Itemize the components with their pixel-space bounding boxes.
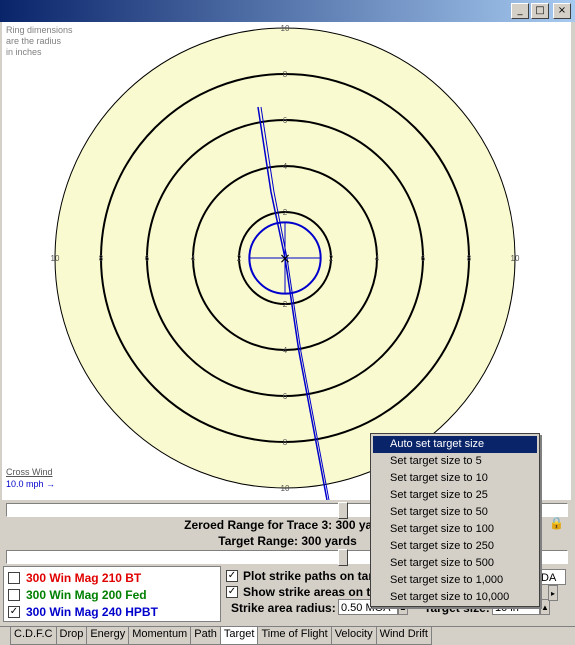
tab-target[interactable]: Target [219, 627, 259, 645]
ring-label-2: 2 [283, 300, 288, 309]
ring-label-8: 8 [283, 438, 288, 447]
plot-strike-label: Plot strike paths on target [243, 569, 392, 583]
trace-item-2[interactable]: 300 Win Mag 200 Fed [8, 586, 147, 603]
tab-wind-drift[interactable]: Wind Drift [375, 627, 432, 645]
ring-dimensions-note: Ring dimensions are the radius in inches [6, 25, 73, 57]
menu-item-size-25[interactable]: Set target size to 25 [373, 487, 537, 504]
menu-item-size-500[interactable]: Set target size to 500 [373, 555, 537, 572]
trace-3-label: 300 Win Mag 240 HPBT [26, 604, 158, 619]
ring-label-8: 8 [99, 254, 104, 263]
ring-label-4: 4 [191, 254, 196, 263]
trace-1-checkbox[interactable] [8, 571, 20, 584]
ring-label-10: 10 [281, 24, 290, 33]
tab-bar: C.D.F.C Drop Energy Momentum Path Target… [0, 626, 575, 645]
trace-list: 300 Win Mag 210 BT 300 Win Mag 200 Fed ✓… [3, 566, 221, 622]
strike-radius-row: Strike area radius: [231, 601, 336, 615]
menu-item-size-50[interactable]: Set target size to 50 [373, 504, 537, 521]
ring-label-2: 2 [283, 208, 288, 217]
tab-time-of-flight[interactable]: Time of Flight [257, 627, 332, 645]
minimize-button[interactable]: _ [511, 3, 529, 19]
menu-item-auto-set[interactable]: Auto set target size [373, 436, 537, 453]
lock-icon[interactable]: 🔒 [549, 516, 564, 530]
trace-2-checkbox[interactable] [8, 588, 20, 601]
target-range-slider-thumb[interactable] [338, 549, 348, 566]
ring-label-4: 4 [375, 254, 380, 263]
density-altitude-spinner[interactable]: ▸ [548, 585, 558, 601]
tab-velocity[interactable]: Velocity [330, 627, 377, 645]
menu-item-size-1000[interactable]: Set target size to 1,000 [373, 572, 537, 589]
trace-item-1[interactable]: 300 Win Mag 210 BT [8, 569, 141, 586]
top-slider-thumb[interactable] [338, 502, 348, 519]
tab-drop[interactable]: Drop [55, 627, 88, 645]
ring-label-6: 6 [283, 116, 288, 125]
target-canvas[interactable]: 10 10 10 10 8 8 8 8 6 6 6 6 4 4 4 4 2 2 2 2 × Ring dimension… [2, 22, 571, 500]
impact-mark-icon: × [279, 251, 291, 267]
trace-3-checkbox[interactable]: ✓ [8, 605, 20, 618]
cross-wind-value[interactable]: 10.0 mph → [6, 479, 55, 489]
density-altitude-input[interactable]: DA [538, 569, 566, 585]
ring-label-6: 6 [145, 254, 150, 263]
tab-path[interactable]: Path [190, 627, 221, 645]
maximize-button[interactable]: □ [531, 3, 549, 19]
tab-cdfc[interactable]: C.D.F.C [10, 627, 57, 645]
strike-radius-label: Strike area radius: [231, 601, 336, 615]
ring-label-8: 8 [467, 254, 472, 263]
tab-momentum[interactable]: Momentum [128, 627, 192, 645]
target-size-spinner[interactable]: ▲ [540, 599, 550, 615]
menu-item-size-5[interactable]: Set target size to 5 [373, 453, 537, 470]
ring-label-10: 10 [51, 254, 60, 263]
trace-1-label: 300 Win Mag 210 BT [26, 570, 142, 585]
show-strike-checkbox[interactable]: ✓ [226, 586, 238, 598]
menu-item-size-100[interactable]: Set target size to 100 [373, 521, 537, 538]
target-plot: 10 10 10 10 8 8 8 8 6 6 6 6 4 4 4 4 2 2 2 2 × [51, 24, 520, 500]
ring-label-4: 4 [283, 346, 288, 355]
ring-label-6: 6 [421, 254, 426, 263]
ring-label-6: 6 [283, 392, 288, 401]
trace-2-label: 300 Win Mag 200 Fed [26, 587, 147, 602]
ring-label-2: 2 [329, 254, 334, 263]
ring-label-2: 2 [237, 254, 242, 263]
cross-wind-label[interactable]: Cross Wind [6, 467, 53, 477]
menu-item-size-10[interactable]: Set target size to 10 [373, 470, 537, 487]
menu-item-size-250[interactable]: Set target size to 250 [373, 538, 537, 555]
ring-label-4: 4 [283, 162, 288, 171]
ring-label-8: 8 [283, 70, 288, 79]
plot-strike-option[interactable]: ✓ Plot strike paths on target [226, 569, 391, 583]
title-bar: _ □ × [0, 0, 575, 22]
window-controls: _ □ × [511, 3, 571, 19]
tab-energy[interactable]: Energy [86, 627, 130, 645]
close-button[interactable]: × [553, 3, 571, 19]
trace-item-3[interactable]: ✓ 300 Win Mag 240 HPBT [8, 603, 158, 620]
target-size-context-menu: Auto set target size Set target size to … [370, 433, 540, 607]
ring-label-10: 10 [281, 484, 290, 493]
ring-label-10: 10 [511, 254, 520, 263]
menu-item-size-10000[interactable]: Set target size to 10,000 [373, 589, 537, 606]
plot-strike-checkbox[interactable]: ✓ [226, 570, 238, 582]
